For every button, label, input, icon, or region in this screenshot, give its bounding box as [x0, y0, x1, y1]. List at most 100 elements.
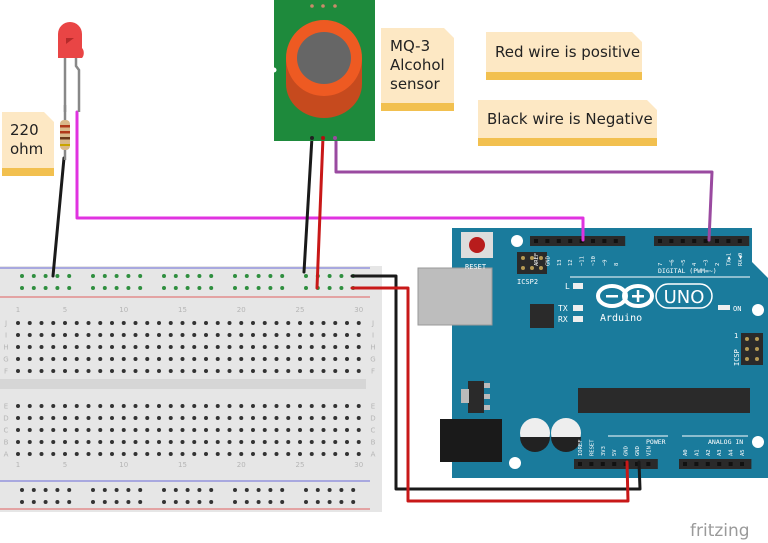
breadboard-hole[interactable]: [356, 357, 361, 361]
breadboard-hole[interactable]: [121, 428, 126, 432]
breadboard-hole[interactable]: [180, 321, 185, 325]
breadboard-hole[interactable]: [239, 440, 244, 444]
breadboard-hole[interactable]: [274, 428, 279, 432]
breadboard-hole[interactable]: [298, 404, 302, 408]
breadboard-hole[interactable]: [345, 440, 349, 444]
breadboard-hole[interactable]: [309, 357, 314, 361]
breadboard-hole[interactable]: [204, 369, 208, 373]
breadboard-hole[interactable]: [63, 452, 67, 456]
breadboard-hole[interactable]: [251, 333, 255, 337]
breadboard-hole[interactable]: [286, 428, 291, 432]
breadboard-hole[interactable]: [39, 333, 44, 337]
header-pin[interactable]: [717, 462, 722, 466]
breadboard-hole[interactable]: [110, 428, 114, 432]
breadboard-hole[interactable]: [274, 357, 279, 361]
breadboard-hole[interactable]: [345, 345, 349, 349]
breadboard-hole[interactable]: [333, 369, 338, 373]
breadboard-hole[interactable]: [251, 428, 255, 432]
header-pin[interactable]: [715, 239, 719, 243]
breadboard-hole[interactable]: [215, 452, 220, 456]
rail-hole[interactable]: [327, 488, 332, 492]
rail-hole[interactable]: [339, 488, 344, 492]
breadboard-hole[interactable]: [51, 369, 56, 373]
breadboard-hole[interactable]: [333, 428, 338, 432]
breadboard-hole[interactable]: [251, 369, 255, 373]
breadboard-hole[interactable]: [215, 345, 220, 349]
breadboard-hole[interactable]: [145, 440, 150, 444]
breadboard-hole[interactable]: [27, 440, 32, 444]
rail-hole[interactable]: [315, 500, 320, 504]
breadboard-hole[interactable]: [345, 357, 349, 361]
breadboard-hole[interactable]: [298, 452, 302, 456]
breadboard-hole[interactable]: [227, 321, 232, 325]
breadboard-hole[interactable]: [110, 440, 114, 444]
breadboard-hole[interactable]: [98, 404, 103, 408]
header-pin[interactable]: [728, 462, 733, 466]
breadboard-hole[interactable]: [145, 452, 150, 456]
breadboard-hole[interactable]: [204, 357, 208, 361]
breadboard-hole[interactable]: [262, 428, 267, 432]
breadboard-hole[interactable]: [204, 345, 208, 349]
rail-hole[interactable]: [31, 274, 36, 278]
breadboard-hole[interactable]: [110, 345, 114, 349]
breadboard-hole[interactable]: [262, 357, 267, 361]
rail-hole[interactable]: [315, 488, 320, 492]
breadboard-hole[interactable]: [168, 321, 173, 325]
breadboard-hole[interactable]: [215, 404, 220, 408]
breadboard-hole[interactable]: [333, 404, 338, 408]
header-pin[interactable]: [578, 462, 582, 466]
breadboard-hole[interactable]: [27, 452, 32, 456]
breadboard-hole[interactable]: [251, 416, 255, 420]
breadboard-hole[interactable]: [133, 416, 138, 420]
header-pin[interactable]: [692, 239, 697, 243]
rail-hole[interactable]: [67, 488, 72, 492]
breadboard-hole[interactable]: [110, 321, 114, 325]
rail-hole[interactable]: [244, 286, 249, 290]
rail-hole[interactable]: [55, 500, 60, 504]
breadboard-hole[interactable]: [321, 452, 326, 456]
header-pin[interactable]: [646, 462, 651, 466]
rail-hole[interactable]: [304, 286, 308, 290]
rail-hole[interactable]: [244, 500, 249, 504]
breadboard-hole[interactable]: [309, 345, 314, 349]
wire-resistor-gnd[interactable]: [51, 156, 66, 278]
breadboard-hole[interactable]: [356, 416, 361, 420]
rail-hole[interactable]: [67, 286, 72, 290]
breadboard-hole[interactable]: [168, 416, 173, 420]
breadboard-hole[interactable]: [39, 428, 44, 432]
rail-hole[interactable]: [197, 500, 202, 504]
breadboard-hole[interactable]: [51, 333, 56, 337]
breadboard-hole[interactable]: [298, 333, 302, 337]
breadboard-hole[interactable]: [133, 428, 138, 432]
breadboard-hole[interactable]: [274, 404, 279, 408]
breadboard-hole[interactable]: [110, 404, 114, 408]
rail-hole[interactable]: [304, 500, 308, 504]
breadboard-hole[interactable]: [74, 416, 79, 420]
breadboard-hole[interactable]: [16, 333, 20, 337]
rail-hole[interactable]: [114, 488, 119, 492]
breadboard-hole[interactable]: [39, 321, 44, 325]
breadboard-hole[interactable]: [110, 333, 114, 337]
breadboard-hole[interactable]: [86, 416, 91, 420]
breadboard-hole[interactable]: [309, 452, 314, 456]
breadboard-hole[interactable]: [121, 333, 126, 337]
header-pin[interactable]: [726, 239, 731, 243]
breadboard-hole[interactable]: [16, 452, 20, 456]
breadboard-hole[interactable]: [215, 369, 220, 373]
breadboard-hole[interactable]: [309, 404, 314, 408]
breadboard-hole[interactable]: [16, 428, 20, 432]
breadboard-hole[interactable]: [345, 404, 349, 408]
breadboard-hole[interactable]: [286, 333, 291, 337]
breadboard-hole[interactable]: [63, 345, 67, 349]
rail-hole[interactable]: [173, 488, 178, 492]
rail-hole[interactable]: [126, 286, 131, 290]
breadboard-hole[interactable]: [204, 440, 208, 444]
breadboard-hole[interactable]: [239, 416, 244, 420]
breadboard-hole[interactable]: [192, 404, 197, 408]
breadboard-hole[interactable]: [356, 321, 361, 325]
rail-hole[interactable]: [209, 488, 214, 492]
rail-hole[interactable]: [43, 488, 48, 492]
breadboard-hole[interactable]: [227, 357, 232, 361]
breadboard-hole[interactable]: [227, 440, 232, 444]
breadboard-hole[interactable]: [215, 440, 220, 444]
